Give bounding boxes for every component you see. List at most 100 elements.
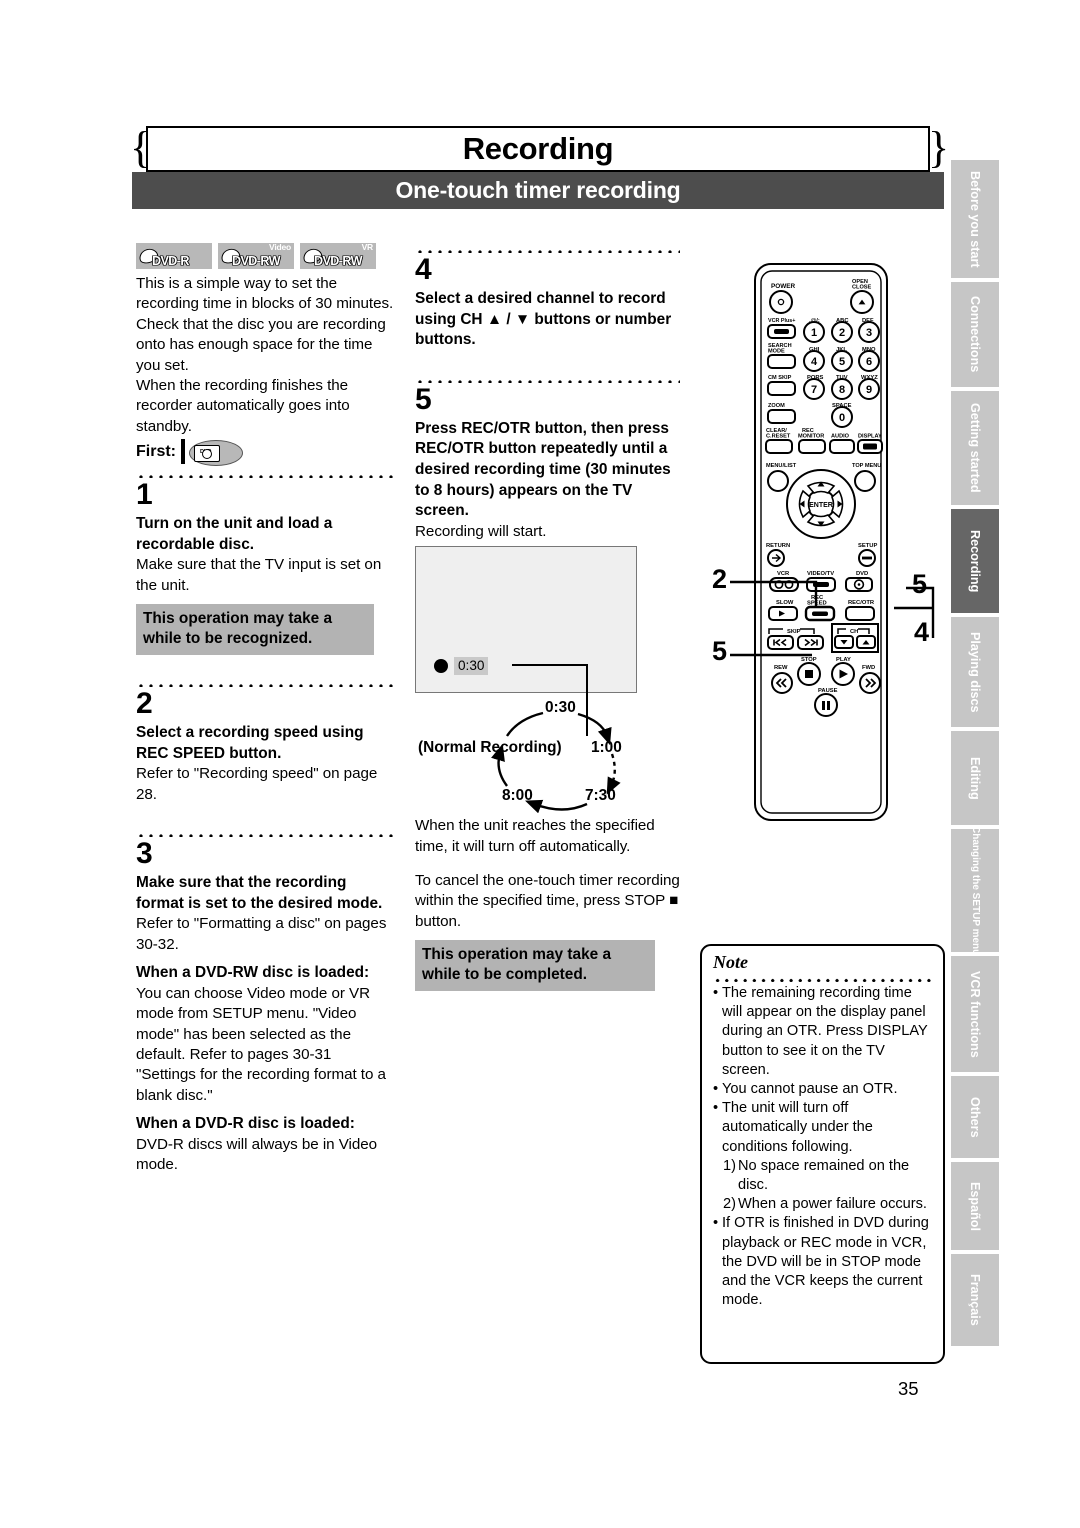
first-row: First: DVD: [136, 438, 394, 467]
svg-text:1: 1: [811, 327, 817, 339]
callout-step-4-ch: 4: [914, 617, 930, 647]
intro-paragraph: This is a simple way to set the recordin…: [136, 275, 394, 374]
note-separator-dots: [713, 973, 934, 982]
step-3-sub2-body: DVD-R discs will always be in Video mode…: [136, 1135, 378, 1174]
svg-text:7: 7: [811, 384, 817, 396]
note-title: Note: [713, 952, 748, 972]
chapter-banner: { } Recording: [130, 126, 949, 174]
step-1-body: Make sure that the TV input is set on th…: [136, 556, 382, 594]
svg-text:4: 4: [811, 356, 818, 368]
dvd-rw-video-logo: Video DVD-RW: [218, 243, 294, 269]
callout-step-5-stop: 5: [712, 636, 728, 666]
sidebar-tab-vcr-functions[interactable]: VCR functions: [951, 956, 999, 1072]
note-list: • The remaining recording time will appe…: [713, 984, 934, 1310]
callout-step-5-recotr: 5: [912, 569, 928, 599]
page-title: Recording: [462, 131, 614, 166]
tab-label: VCR functions: [968, 970, 982, 1058]
chapter-tabs: Before you start Connections Getting sta…: [951, 160, 999, 1385]
note-item-text: The remaining recording time will appear…: [722, 985, 928, 1078]
step-separator-dots: [415, 243, 680, 253]
step-separator-dots: [136, 677, 394, 688]
step-2-number: 2: [136, 687, 153, 721]
svg-text:ENTER: ENTER: [809, 502, 833, 509]
step-4-number: 4: [415, 253, 432, 286]
svg-text:MENU/LIST: MENU/LIST: [766, 463, 797, 469]
cycle-label-right: 1:00: [591, 739, 622, 757]
svg-text:5: 5: [839, 356, 845, 368]
step-1-heading: Turn on the unit and load a recordable d…: [136, 515, 333, 553]
tv-rec-time-readout: 0:30: [454, 657, 489, 676]
disc-logo-row: DVD-R Video DVD-RW VR DVD-RW: [136, 243, 394, 269]
note-item: • The unit will turn off automatically u…: [713, 1099, 934, 1157]
tv-screen-figure: 0:30: [415, 546, 637, 737]
step-5-heading: Press REC/OTR button, then press REC/OTR…: [415, 419, 671, 520]
after-text-2: To cancel the one-touch timer recording …: [415, 871, 680, 930]
step-5-body: Recording will start.: [415, 522, 547, 540]
svg-text:TOP MENU: TOP MENU: [852, 463, 881, 469]
step-separator-dots: [136, 827, 394, 838]
cycle-label-top: 0:30: [545, 699, 576, 717]
svg-text:ZOOM: ZOOM: [768, 403, 785, 409]
mid-callout: This operation may take a while to be co…: [415, 940, 655, 992]
remote-callout-lines: [730, 580, 935, 657]
sidebar-tab-changing-setup-menu[interactable]: Changing the SETUP menu: [951, 829, 999, 952]
sidebar-tab-recording[interactable]: Recording: [951, 509, 999, 613]
page-number: 35: [898, 1378, 919, 1399]
sidebar-tab-before-you-start[interactable]: Before you start: [951, 160, 999, 278]
svg-text:CLOSE: CLOSE: [852, 285, 872, 291]
svg-text:MONITOR: MONITOR: [798, 434, 824, 440]
bullet-icon: •: [713, 1081, 719, 1098]
step-separator-dots: [136, 468, 394, 479]
svg-text:SETUP: SETUP: [858, 543, 877, 549]
svg-text:MODE: MODE: [768, 349, 785, 355]
bullet-icon: •: [713, 985, 719, 1001]
svg-text:VCR Plus+: VCR Plus+: [768, 318, 795, 324]
note-item-text: You cannot pause an OTR.: [722, 1081, 898, 1098]
svg-text:AUDIO: AUDIO: [831, 434, 850, 440]
bullet-icon: •: [713, 1100, 719, 1117]
tab-label: Español: [968, 1181, 982, 1231]
middle-column: 4 Select a desired channel to record usi…: [415, 243, 680, 992]
step-4-heading: Select a desired channel to record using…: [415, 290, 672, 349]
note-sub-text: When a power failure occurs.: [738, 1196, 927, 1213]
step-3-sub2-heading: When a DVD-R disc is loaded:: [136, 1115, 355, 1133]
step-2-body: Refer to "Recording speed" on page 28.: [136, 765, 378, 803]
note-sub-item: 2) When a power failure occurs.: [713, 1195, 934, 1214]
svg-text:2: 2: [839, 327, 845, 339]
dvd-rw-vr-logo: VR DVD-RW: [300, 243, 376, 269]
cycle-label-bottom-right: 7:30: [585, 787, 616, 805]
sidebar-tab-playing-discs[interactable]: Playing discs: [951, 617, 999, 727]
manual-page: { } Recording One-touch timer recording …: [0, 0, 1080, 1528]
svg-text:C.RESET: C.RESET: [766, 434, 791, 440]
svg-text:POWER: POWER: [771, 283, 796, 290]
svg-text:RETURN: RETURN: [766, 543, 790, 549]
cycle-label-left: (Normal Recording): [418, 739, 562, 757]
sidebar-tab-connections[interactable]: Connections: [951, 282, 999, 387]
dvd-rw-video-logo-label: DVD-RW: [232, 254, 281, 268]
note-box: Note • The remaining recording time will…: [700, 944, 945, 1364]
tab-label: Recording: [968, 529, 982, 593]
note-sub-number: 2): [723, 1196, 736, 1213]
dvd-r-logo: DVD-R: [136, 243, 212, 269]
svg-text:DISPLAY: DISPLAY: [858, 434, 882, 440]
tab-label: Getting started: [968, 403, 982, 493]
step-separator-dots: [415, 372, 680, 383]
tab-label: Français: [968, 1274, 982, 1326]
remote-control-diagram: POWER OPEN CLOSE VCR Plus+ .@/: ABC DEF …: [752, 262, 890, 822]
step-3-number: 3: [136, 837, 153, 871]
dvd-r-logo-label: DVD-R: [152, 254, 189, 268]
after-text-1: When the unit reaches the specified time…: [415, 817, 655, 855]
tab-label: Playing discs: [968, 631, 982, 713]
tab-label: Editing: [968, 756, 982, 800]
note-item-text: If OTR is finished in DVD during playbac…: [722, 1215, 929, 1309]
bullet-icon: •: [713, 1215, 719, 1232]
callout-step-2: 2: [712, 564, 728, 594]
step-5-number: 5: [415, 382, 432, 416]
tab-label: Connections: [968, 296, 982, 373]
sidebar-tab-editing[interactable]: Editing: [951, 731, 999, 825]
sidebar-tab-espanol[interactable]: Español: [951, 1162, 999, 1250]
sidebar-tab-others[interactable]: Others: [951, 1076, 999, 1158]
section-title: One-touch timer recording: [132, 172, 944, 209]
sidebar-tab-getting-started[interactable]: Getting started: [951, 391, 999, 505]
sidebar-tab-francais[interactable]: Français: [951, 1254, 999, 1346]
